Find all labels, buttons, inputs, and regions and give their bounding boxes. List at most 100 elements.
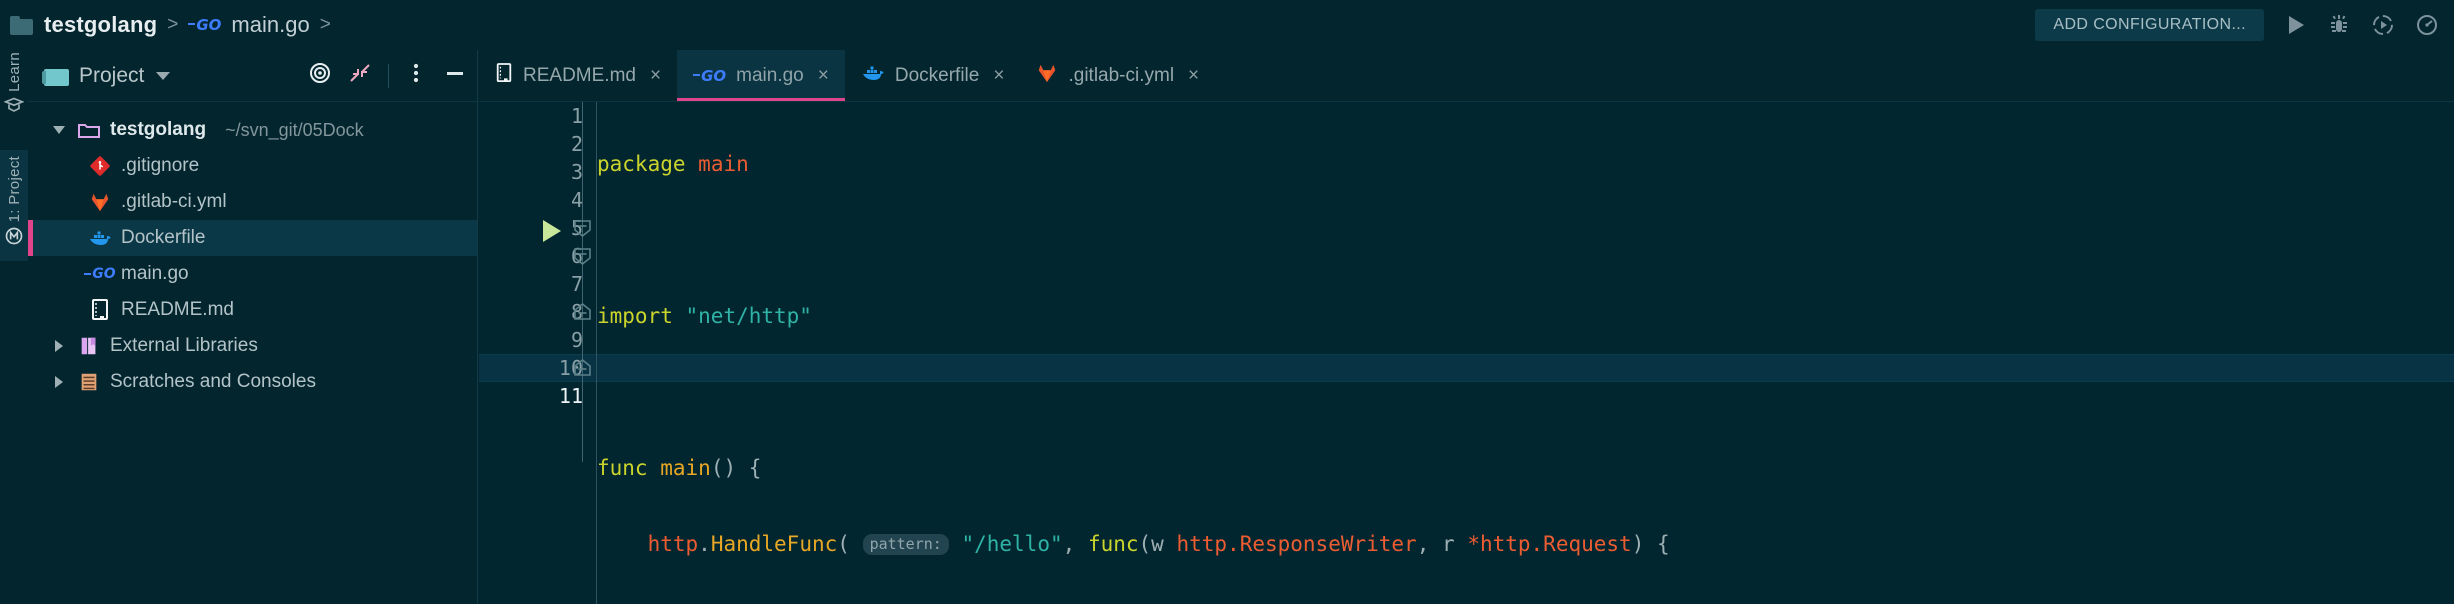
tree-node-path: ~/svn_git/05Dock <box>225 119 364 140</box>
close-icon[interactable]: × <box>818 65 829 87</box>
run-gutter-icon[interactable] <box>543 220 561 242</box>
function-name-main: main <box>660 456 711 480</box>
profiler-icon[interactable] <box>2414 12 2440 38</box>
keyword-func: func <box>597 456 648 480</box>
more-vertical-icon[interactable] <box>405 61 427 90</box>
gitlab-icon <box>1036 62 1058 90</box>
markdown-icon <box>495 63 513 89</box>
project-panel-title[interactable]: Project <box>79 64 144 88</box>
editor-tab-label: .gitlab-ci.yml <box>1068 65 1175 86</box>
fold-collapse-icon[interactable] <box>573 247 592 266</box>
keyword-import: import <box>597 304 673 328</box>
code-line-5: func main() { <box>597 454 2454 482</box>
close-icon[interactable]: × <box>993 65 1004 87</box>
package-ref-http: http <box>647 532 699 556</box>
package-name: main <box>698 152 749 176</box>
close-icon[interactable]: × <box>1188 65 1199 87</box>
learn-icon <box>3 96 25 121</box>
code-content[interactable]: package main import "net/http" func main… <box>597 102 2454 604</box>
folder-icon <box>42 65 69 86</box>
tool-tab-learn[interactable]: Learn <box>0 52 28 121</box>
target-icon[interactable] <box>308 61 332 90</box>
toolbar-divider <box>388 63 389 88</box>
breadcrumb-separator: > <box>167 14 179 35</box>
func-signature-tail: () { <box>710 456 762 480</box>
tool-tab-learn-label: Learn <box>5 52 23 92</box>
collapse-all-icon[interactable] <box>348 61 372 90</box>
string-pattern: "/hello" <box>961 532 1063 556</box>
param-w: w <box>1151 532 1164 556</box>
editor-tab-label: Dockerfile <box>894 65 980 86</box>
tree-node-scratches-and-consoles[interactable]: Scratches and Consoles <box>28 364 477 400</box>
project-tool-window: Project testgolang ~/svn_git/05Dock .git… <box>28 50 478 604</box>
tree-node-label: Dockerfile <box>121 227 206 248</box>
fold-expand-icon[interactable] <box>573 302 592 321</box>
folder-icon <box>77 121 101 139</box>
tool-tab-project[interactable]: 1: Project <box>0 150 28 262</box>
tree-node-external-libraries[interactable]: External Libraries <box>28 328 477 364</box>
tree-node-gitignore[interactable]: .gitignore <box>28 148 477 184</box>
call-handlefunc: HandleFunc <box>710 532 838 556</box>
close-icon[interactable]: × <box>650 65 661 87</box>
top-toolbar: testgolang > GO main.go > ADD CONFIGURAT… <box>0 0 2454 50</box>
folding-gutter <box>571 102 595 604</box>
editor-area: README.md × GO main.go × Dockerfile × .g… <box>479 50 2454 604</box>
library-icon <box>77 335 101 357</box>
editor-tab-bar: README.md × GO main.go × Dockerfile × .g… <box>479 50 2454 102</box>
fold-collapse-icon[interactable] <box>573 219 592 238</box>
keyword-func-literal: func <box>1087 532 1139 556</box>
code-line-6: http.HandleFunc( pattern: "/hello", func… <box>647 532 1670 556</box>
fold-expand-icon[interactable] <box>573 358 592 377</box>
tree-node-label: .gitignore <box>121 155 200 176</box>
tree-node-label: README.md <box>121 299 234 320</box>
tree-node-gitlab-ci[interactable]: .gitlab-ci.yml <box>28 184 477 220</box>
editor-tab-dockerfile[interactable]: Dockerfile × <box>845 50 1021 102</box>
tree-node-label: testgolang <box>110 119 207 140</box>
play-icon[interactable] <box>2282 12 2308 38</box>
keyword-package: package <box>597 152 686 176</box>
code-editor[interactable]: 1 2 3 4 5 6 7 8 9 10 11 package main imp… <box>479 102 2454 604</box>
chevron-right-icon[interactable] <box>50 340 68 352</box>
tree-node-dockerfile[interactable]: Dockerfile <box>28 220 477 256</box>
gitlab-icon <box>88 191 112 213</box>
breadcrumb-project[interactable]: testgolang <box>44 12 157 38</box>
chevron-right-icon[interactable] <box>50 376 68 388</box>
project-panel-header: Project <box>28 50 477 102</box>
minimize-icon[interactable] <box>443 61 467 90</box>
editor-tab-readme[interactable]: README.md × <box>479 50 677 102</box>
scratches-icon <box>77 371 101 393</box>
breadcrumb-file[interactable]: main.go <box>231 12 309 38</box>
code-line-1: package main <box>597 150 2454 178</box>
tree-node-main-go[interactable]: GO main.go <box>28 256 477 292</box>
folder-icon <box>10 15 34 35</box>
go-icon: GO <box>84 266 116 282</box>
run-coverage-icon[interactable] <box>2370 12 2396 38</box>
add-configuration-button[interactable]: ADD CONFIGURATION... <box>2035 9 2264 41</box>
breadcrumb-separator-2: > <box>319 14 331 35</box>
editor-tab-gitlab-ci[interactable]: .gitlab-ci.yml × <box>1020 50 1215 102</box>
tree-node-label: .gitlab-ci.yml <box>121 191 227 212</box>
tree-node-readme[interactable]: README.md <box>28 292 477 328</box>
type-responsewriter: http.ResponseWriter <box>1176 532 1417 556</box>
tool-window-bar: Learn 1: Project <box>0 50 28 604</box>
run-toolbar: ADD CONFIGURATION... <box>2035 0 2440 50</box>
docker-icon <box>88 228 112 248</box>
bug-icon[interactable] <box>2326 12 2352 38</box>
import-path: "net/http" <box>685 304 812 328</box>
project-icon <box>4 226 24 251</box>
editor-tab-main-go[interactable]: GO main.go × <box>677 50 845 102</box>
tree-node-label: External Libraries <box>110 335 258 356</box>
param-r: r <box>1442 532 1455 556</box>
param-hint-pattern: pattern: <box>862 534 949 555</box>
git-icon <box>88 155 112 177</box>
breadcrumb: testgolang > GO main.go > <box>0 12 331 38</box>
tree-node-testgolang[interactable]: testgolang ~/svn_git/05Dock <box>28 112 477 148</box>
tree-node-label: main.go <box>121 263 189 284</box>
go-icon: GO <box>188 16 221 34</box>
go-icon: GO <box>693 67 726 85</box>
chevron-down-icon[interactable] <box>50 126 68 134</box>
type-request: *http.Request <box>1467 532 1632 556</box>
chevron-down-icon[interactable] <box>156 71 171 80</box>
